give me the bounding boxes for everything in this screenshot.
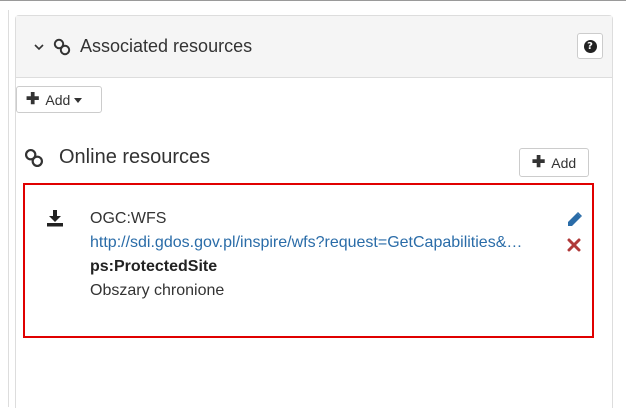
- link-icon: [23, 147, 45, 169]
- help-button[interactable]: ?: [577, 33, 603, 59]
- top-divider: [0, 0, 626, 1]
- online-resources-title: Online resources: [59, 146, 211, 168]
- plus-icon: ✚: [26, 90, 40, 108]
- pencil-icon[interactable]: [565, 211, 583, 234]
- online-resource-item: OGC:WFS http://sdi.gdos.gov.pl/inspire/w…: [23, 183, 594, 338]
- plus-icon: ✚: [531, 153, 546, 171]
- add-online-resource-label: Add: [551, 154, 577, 171]
- add-dropdown-label: Add: [45, 91, 71, 108]
- online-resources-header: Online resources: [23, 146, 210, 169]
- delete-icon[interactable]: [567, 238, 581, 257]
- question-icon: ?: [583, 39, 597, 53]
- link-icon: [52, 37, 72, 57]
- add-online-resource-button[interactable]: ✚ Add: [519, 148, 589, 177]
- add-dropdown-button[interactable]: ✚ Add: [16, 86, 102, 113]
- download-icon: [45, 208, 65, 233]
- chevron-down-icon[interactable]: [32, 40, 46, 54]
- left-divider: [8, 10, 9, 407]
- panel-title: Associated resources: [80, 36, 253, 56]
- resource-description: Obszary chronione: [90, 282, 225, 299]
- resource-protocol: OGC:WFS: [90, 210, 167, 227]
- resource-url-link[interactable]: http://sdi.gdos.gov.pl/inspire/wfs?reque…: [90, 232, 530, 256]
- caret-down-icon: [74, 98, 83, 103]
- resource-name: ps:ProtectedSite: [90, 258, 218, 275]
- panel-heading[interactable]: Associated resources ?: [16, 16, 612, 78]
